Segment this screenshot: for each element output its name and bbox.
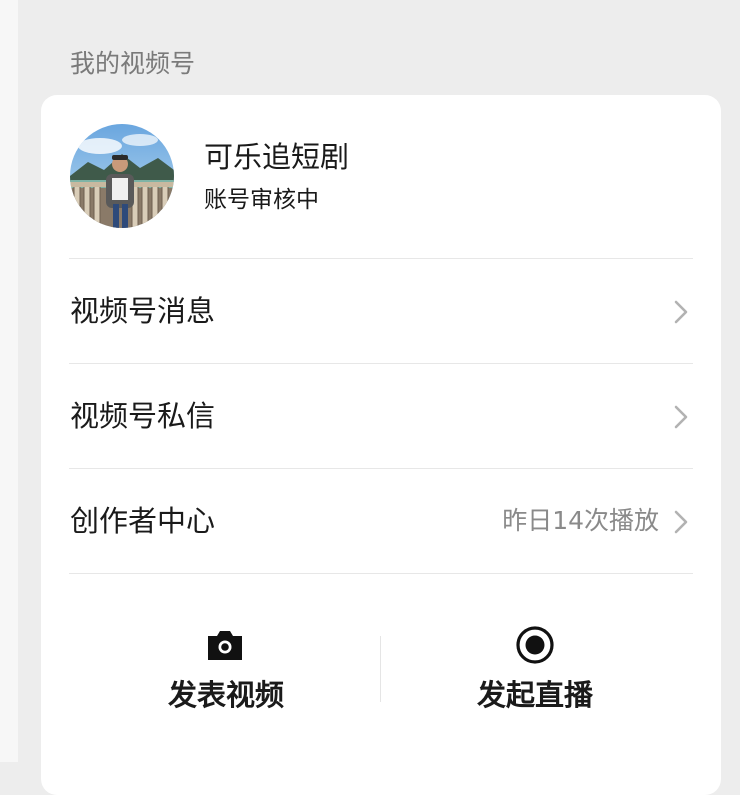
profile-status: 账号审核中 [204, 187, 319, 213]
chevron-right-icon [674, 510, 688, 534]
quick-actions: 发表视频 发起直播 [41, 574, 721, 774]
go-live-label: 发起直播 [476, 678, 593, 712]
channels-card: 可乐追短剧 账号审核中 视频号消息 视频号私信 创作者中心 昨日14次播放 发表… [41, 95, 721, 795]
post-video-label: 发表视频 [167, 678, 284, 712]
camera-icon [208, 631, 242, 660]
avatar-photo-icon [70, 124, 174, 228]
side-edge [0, 0, 18, 762]
profile-name: 可乐追短剧 [204, 140, 350, 174]
menu-item-label: 视频号私信 [70, 399, 216, 433]
menu-item-label: 视频号消息 [70, 294, 216, 328]
chevron-right-icon [674, 405, 688, 429]
post-video-button[interactable]: 发表视频 [41, 574, 381, 734]
avatar[interactable] [70, 124, 174, 228]
menu-item-label: 创作者中心 [70, 504, 216, 538]
chevron-right-icon [674, 300, 688, 324]
creator-plays-value: 昨日14次播放 [502, 506, 659, 535]
profile-row[interactable]: 可乐追短剧 账号审核中 [41, 95, 721, 259]
menu-item-channel-messages[interactable]: 视频号消息 [41, 259, 721, 363]
menu-item-channel-private-messages[interactable]: 视频号私信 [41, 364, 721, 468]
menu-item-creator-center[interactable]: 创作者中心 昨日14次播放 [41, 469, 721, 573]
go-live-button[interactable]: 发起直播 [381, 574, 721, 734]
section-title: 我的视频号 [70, 49, 196, 78]
record-icon [516, 626, 554, 664]
